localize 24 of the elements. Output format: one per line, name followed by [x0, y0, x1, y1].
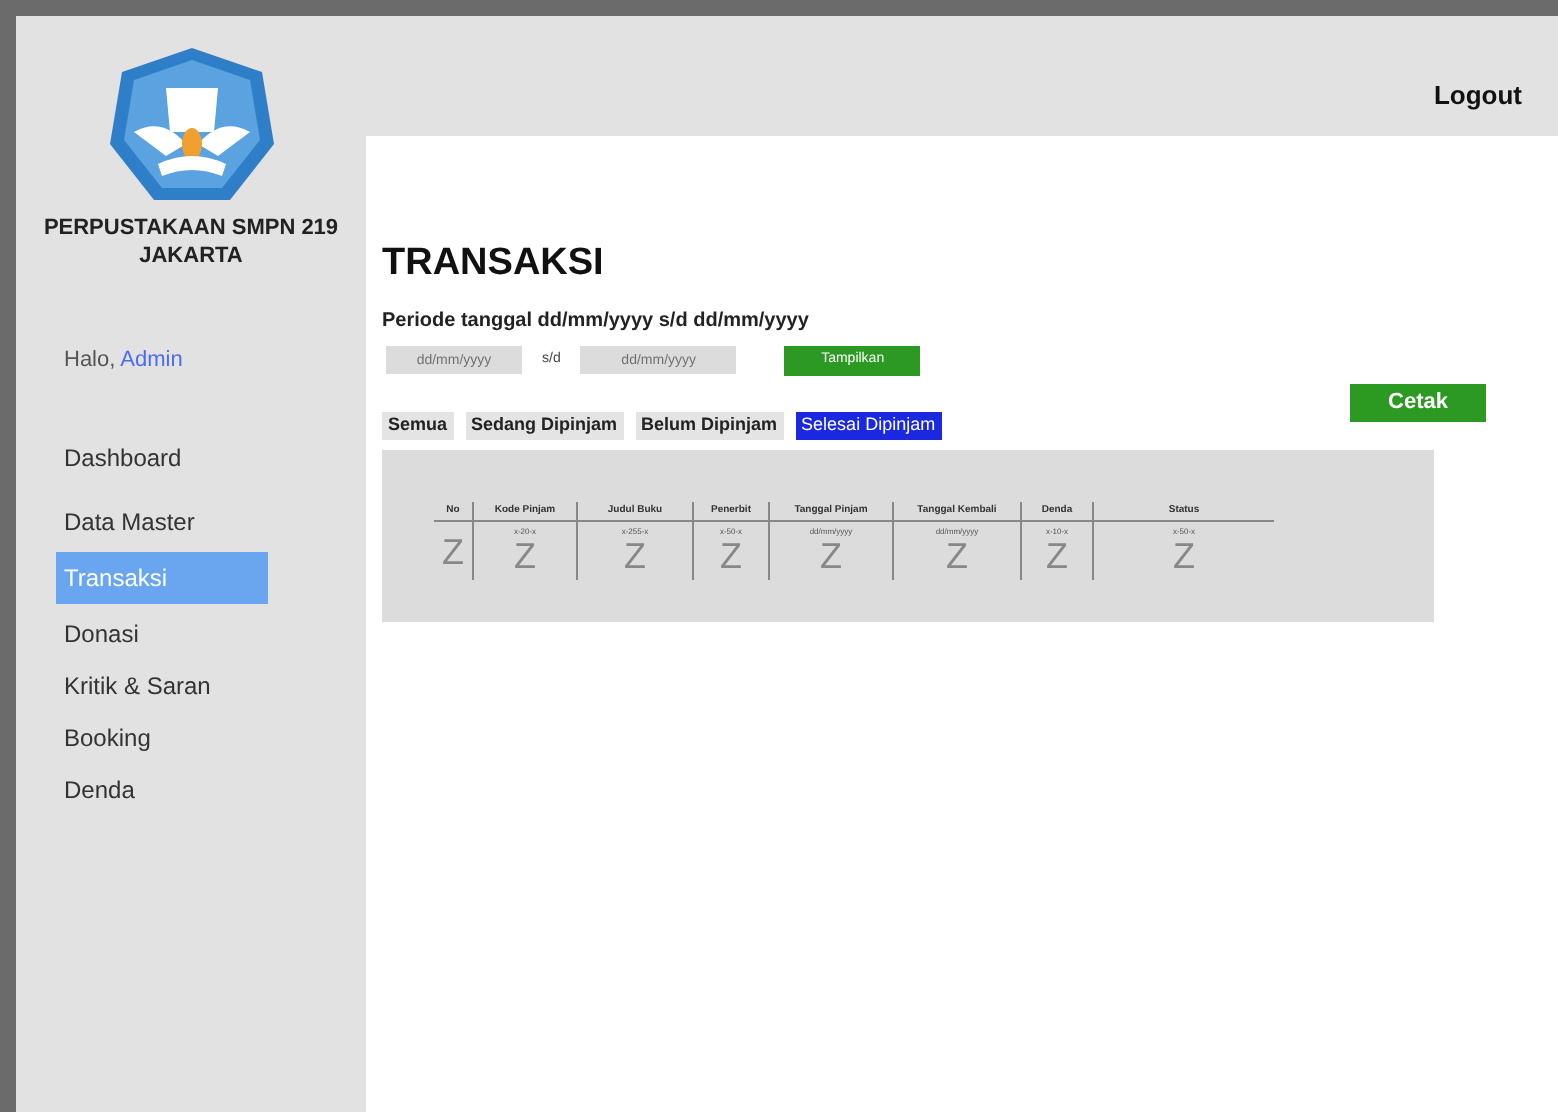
period-label: Periode tanggal dd/mm/yyyy s/d dd/mm/yyyy: [382, 307, 811, 335]
filter-tab[interactable]: Semua: [382, 411, 454, 439]
print-button[interactable]: Cetak: [1350, 383, 1486, 421]
menu-item[interactable]: Dashboard: [56, 436, 268, 480]
filter-tab[interactable]: Belum Dipinjam: [635, 411, 784, 439]
menu-item[interactable]: Donasi: [56, 612, 268, 656]
greeting-text: Halo,: [64, 347, 116, 371]
menu-item[interactable]: Booking: [56, 716, 268, 760]
placeholder-glyph: Z: [820, 537, 842, 573]
filter-tab[interactable]: Selesai Dipinjam: [795, 411, 942, 439]
placeholder-glyph: Z: [514, 537, 536, 573]
filter-tab[interactable]: Sedang Dipinjam: [465, 411, 624, 439]
placeholder-glyph: Z: [1046, 537, 1068, 573]
menu-item[interactable]: Kritik & Saran: [56, 664, 268, 708]
logout-button[interactable]: Logout: [1433, 76, 1522, 116]
placeholder-glyph: Z: [624, 537, 646, 573]
placeholder-glyph: Z: [1173, 537, 1195, 573]
page-title: TRANSAKSI: [382, 240, 606, 288]
menu-item[interactable]: Denda: [56, 768, 268, 812]
school-name: PERPUSTAKAAN SMPN 219 JAKARTA: [41, 216, 341, 271]
placeholder-glyph: Z: [720, 537, 742, 573]
menu-item[interactable]: Data Master: [56, 500, 268, 544]
placeholder-glyph: Z: [946, 537, 968, 573]
placeholder-glyph: Z: [442, 533, 464, 569]
